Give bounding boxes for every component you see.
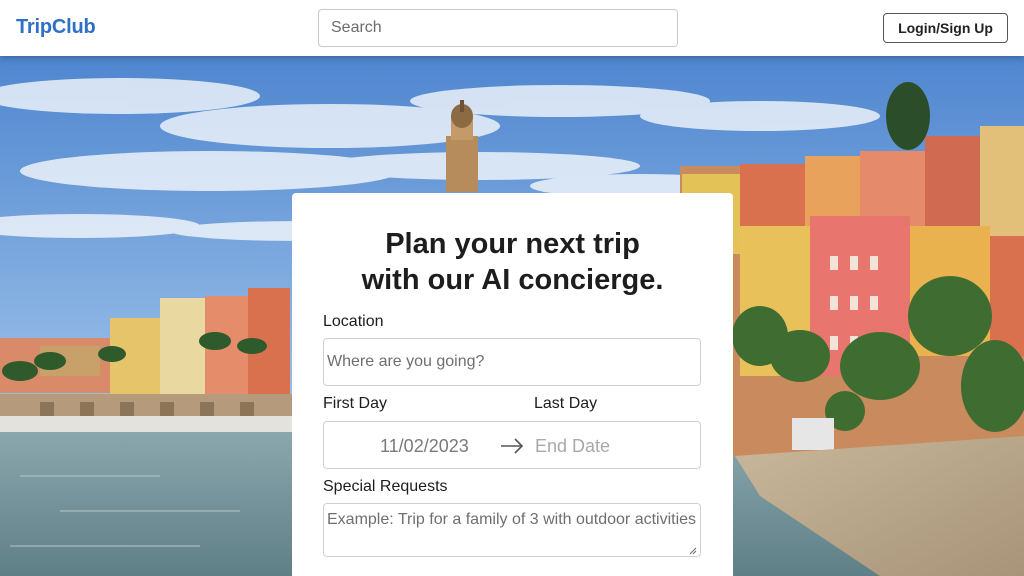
brand-logo[interactable]: TripClub <box>16 16 96 39</box>
start-date-value[interactable]: 11/02/2023 <box>380 436 469 457</box>
date-range-picker[interactable]: 11/02/2023 End Date <box>323 421 701 469</box>
resize-grip-icon[interactable] <box>689 547 697 555</box>
heading-line-2: with our AI concierge. <box>361 264 664 296</box>
first-day-label: First Day <box>323 395 387 412</box>
end-date-placeholder[interactable]: End Date <box>535 436 610 457</box>
last-day-label: Last Day <box>534 395 598 412</box>
special-requests-label: Special Requests <box>323 478 448 495</box>
heading-line-1: Plan your next trip <box>385 228 640 260</box>
arrow-right-icon <box>501 438 524 454</box>
top-navbar: TripClub Login/Sign Up <box>0 0 1024 56</box>
special-requests-textarea[interactable] <box>323 503 701 557</box>
trip-planner-card: Plan your next trip with our AI concierg… <box>292 193 733 576</box>
search-input[interactable] <box>318 9 678 47</box>
location-label: Location <box>323 313 384 330</box>
location-input[interactable] <box>323 338 701 386</box>
form-heading: Plan your next trip with our AI concierg… <box>292 226 733 298</box>
login-signup-button[interactable]: Login/Sign Up <box>883 13 1008 43</box>
